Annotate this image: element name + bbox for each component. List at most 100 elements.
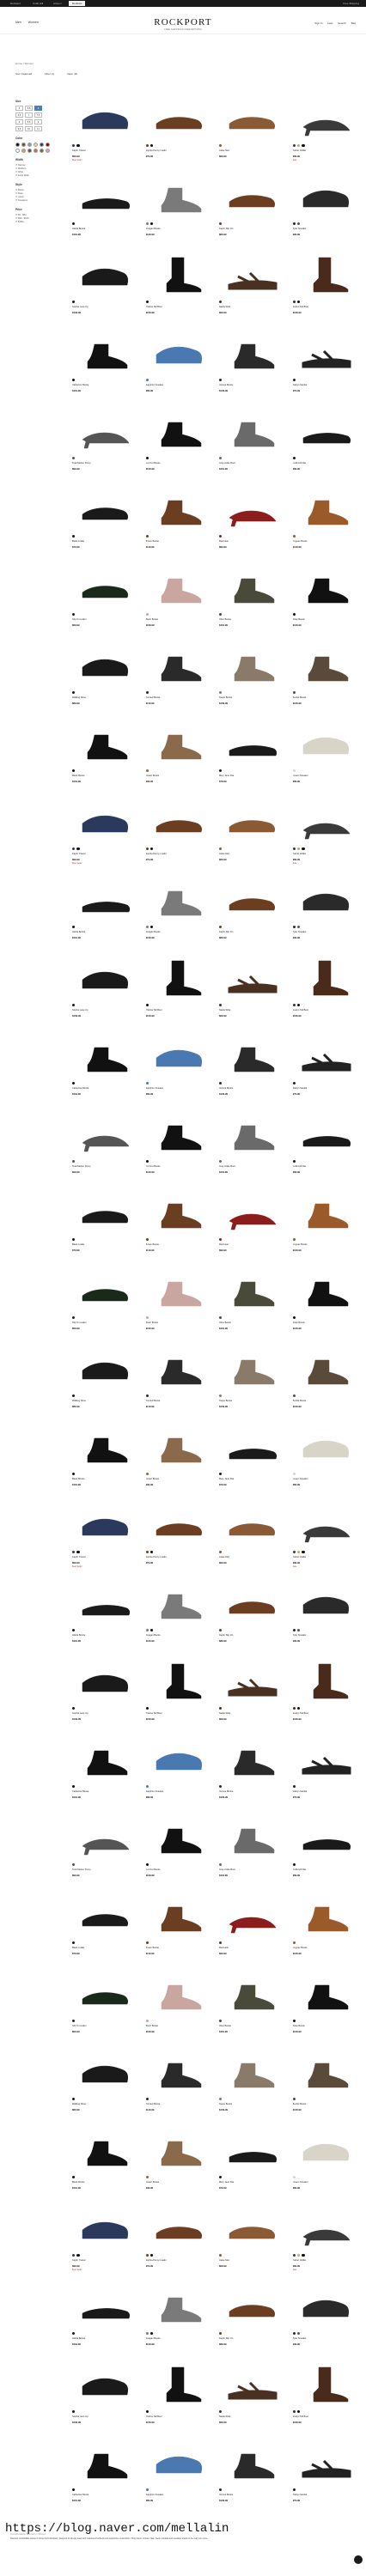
product-image[interactable] [146,718,215,768]
color-dot[interactable] [219,1238,223,1242]
color-dot[interactable] [72,1082,76,1085]
color-dot[interactable] [296,301,301,304]
color-dot[interactable] [219,457,223,460]
product-image[interactable] [146,952,215,1002]
color-dot[interactable] [296,2332,301,2336]
product-name[interactable]: Black Bootie [72,2181,141,2187]
product-card[interactable]: Taupe Bootie $109.99 [219,1343,288,1421]
product-name[interactable]: Buckle Bootie [293,696,362,702]
product-image[interactable] [72,952,141,1002]
product-card[interactable]: Cut Out Bootie $109.99 [145,1109,215,1187]
brand-tab-2[interactable]: Aravon [50,1,65,6]
color-dot[interactable] [145,1316,149,1320]
product-card[interactable]: Black Loafer $79.99 [72,1187,141,1265]
product-image[interactable] [293,2124,362,2174]
product-card[interactable]: Cobb Hill Flat $89.99 [292,1812,362,1890]
product-card[interactable]: Pointed Bootie $119.99 [145,640,215,718]
product-card[interactable]: Pointed Bootie $119.99 [145,2046,215,2124]
product-image[interactable] [293,1577,362,1627]
product-image[interactable] [293,171,362,221]
product-card[interactable]: Buckle Bootie $129.99 [292,1343,362,1421]
product-name[interactable]: Reagan Bootie [146,228,215,234]
color-dot[interactable] [219,1082,223,1085]
product-image[interactable] [146,2046,215,2096]
product-card[interactable]: Gray Ankle Boot $119.99 [219,1109,288,1187]
product-image[interactable] [219,1109,288,1158]
product-card[interactable]: Catherine Bootie $119.99 [72,1030,141,1109]
product-card[interactable]: Sapphire Sneaker $89.99 [145,1030,215,1109]
product-card[interactable]: Parker Ghillie $89.99 Sale [292,93,362,171]
product-card[interactable]: Cream Sneaker $89.99 [292,718,362,796]
product-card[interactable]: Catherine Bootie $119.99 [72,327,141,405]
color-dot[interactable] [219,1785,223,1789]
product-image[interactable] [293,1890,362,1940]
color-dot[interactable] [72,2020,76,2023]
brand-tab-3[interactable]: Dunham [69,1,86,6]
color-dot[interactable] [219,2410,223,2414]
color-dot[interactable] [292,2098,296,2101]
product-image[interactable] [72,327,141,377]
product-name[interactable]: Abelia Bootie [72,931,141,937]
product-name[interactable]: Wrap Bootie [293,1321,362,1327]
product-image[interactable] [219,952,288,1002]
color-dot[interactable] [219,2254,223,2257]
product-card[interactable]: Tyler Sneaker $99.99 [292,874,362,952]
product-name[interactable]: Wrap Bootie [293,2025,362,2031]
product-image[interactable] [293,1421,362,1471]
color-dot[interactable] [145,1707,149,1710]
color-dot[interactable] [72,1238,76,1242]
product-name[interactable]: Sophia Penny Loafer [146,149,215,155]
product-image[interactable] [219,1499,288,1549]
product-name[interactable]: Brown Bootie [146,540,215,546]
product-card[interactable]: Nadia Slide $69.99 [219,1656,288,1734]
color-dot[interactable] [145,2332,149,2336]
product-image[interactable] [72,2281,141,2330]
product-image[interactable] [72,2437,141,2487]
product-card[interactable]: Tyler Sneaker $99.99 [292,1577,362,1656]
color-dot[interactable] [72,1394,76,1398]
product-name[interactable]: Cream Sneaker [293,775,362,781]
product-name[interactable]: Evalyn Tall Boot [293,1712,362,1718]
color-dot[interactable] [72,2332,76,2336]
product-card[interactable]: Pointed Bootie $119.99 [145,1343,215,1421]
color-dot[interactable] [72,2410,76,2414]
color-dot[interactable] [145,2020,149,2023]
color-dot[interactable] [292,1629,296,1632]
color-dot[interactable] [219,379,223,382]
color-dot[interactable] [292,457,296,460]
product-image[interactable] [219,483,288,533]
product-card[interactable]: Verona Bootie $129.99 [219,1030,288,1109]
product-name[interactable]: Parker Ghillie [293,149,362,155]
color-dot[interactable] [219,1551,223,1554]
brand-tab-0[interactable]: Rockport [7,1,24,6]
color-dot[interactable] [302,1551,305,1554]
color-dot[interactable] [72,1004,76,1007]
color-dot[interactable] [219,1941,223,1945]
product-card[interactable]: Aslee Moc $69.99 [219,1499,288,1577]
product-card[interactable]: Tristina Tall Boot $159.99 [145,249,215,327]
product-card[interactable]: Verona Bootie $129.99 [219,1734,288,1812]
product-name[interactable]: Abelia Bootie [72,228,141,234]
product-name[interactable]: Nadia Slide [219,1009,288,1015]
color-swatch[interactable] [21,149,26,153]
color-dot[interactable] [72,535,76,538]
product-card[interactable]: Cognac Bootie $129.99 [292,1187,362,1265]
color-dot[interactable] [149,144,154,148]
color-dot[interactable] [219,691,223,695]
product-name[interactable]: Adelyn Sandal [293,2494,362,2500]
color-dot[interactable] [292,379,296,382]
color-dot[interactable] [72,848,76,851]
product-card[interactable]: Evalyn Tall Boot $169.99 [292,1656,362,1734]
product-card[interactable]: Sapphire Sneaker $89.99 [145,327,215,405]
color-swatch[interactable] [46,149,50,153]
product-name[interactable]: Cut Out Bootie [146,1165,215,1171]
product-name[interactable]: Abelia Bootie [72,1634,141,1640]
product-name[interactable]: Verona Bootie [219,2494,288,2500]
product-card[interactable]: Kaylin Slip On $89.99 [219,171,288,249]
product-image[interactable] [72,874,141,924]
product-image[interactable] [293,1187,362,1236]
color-dot[interactable] [149,848,154,851]
product-card[interactable]: Blush Bootie $109.99 [145,562,215,640]
product-image[interactable] [219,327,288,377]
product-card[interactable]: Black Bootie $119.99 [72,2124,141,2202]
